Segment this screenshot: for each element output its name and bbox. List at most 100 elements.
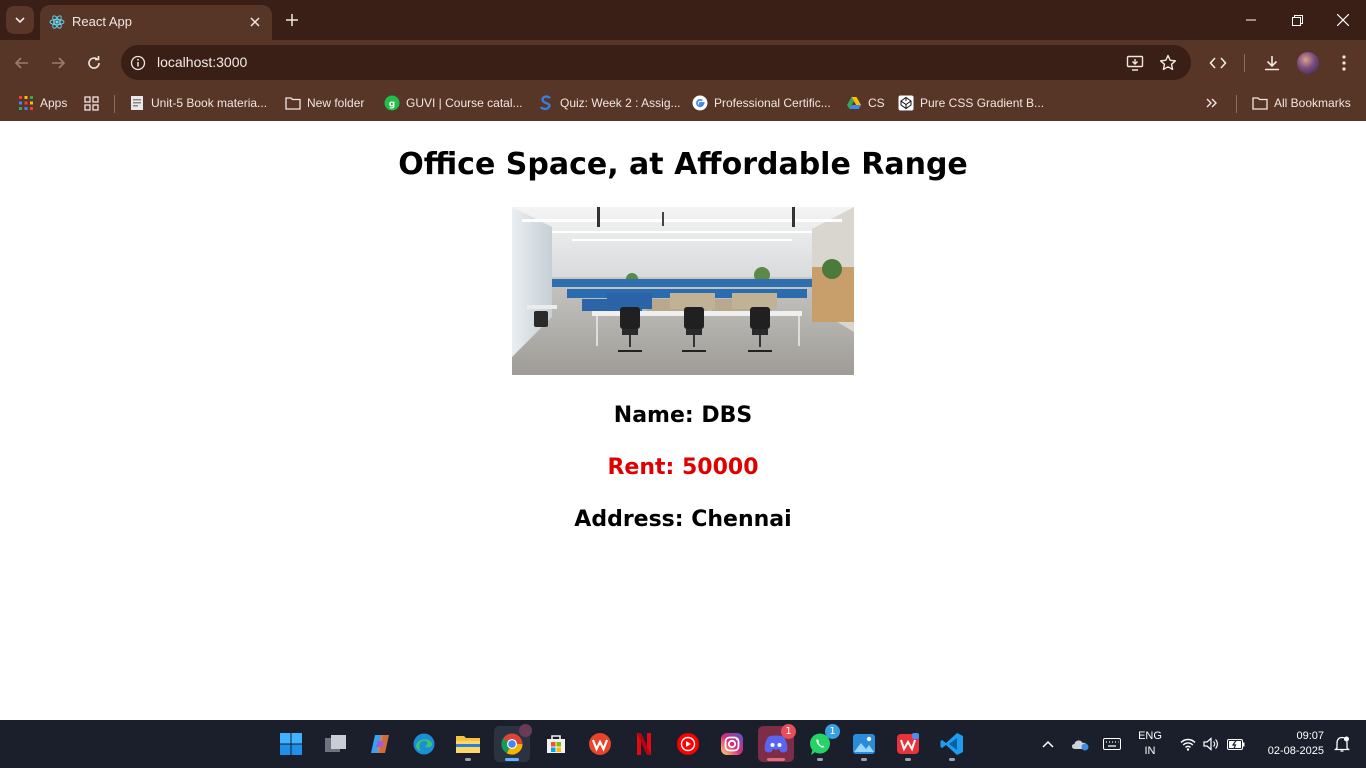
running-indicator (861, 758, 867, 761)
folder-icon (1252, 95, 1268, 111)
touch-keyboard-button[interactable] (1100, 720, 1124, 768)
running-indicator (767, 758, 785, 761)
bookmark-label: Quiz: Week 2 : Assig... (560, 96, 681, 110)
bookmarks-divider (114, 95, 115, 113)
show-hidden-icons-button[interactable] (1038, 720, 1058, 768)
tab-close-button[interactable] (246, 13, 264, 31)
tab-react-app[interactable]: React App (40, 5, 272, 40)
start-button[interactable] (273, 726, 309, 762)
office-address: Address: Chennai (574, 507, 792, 532)
back-button[interactable] (10, 51, 34, 75)
speaker-icon (1203, 737, 1218, 751)
bookmarks-bar: Apps Unit-5 Book materia... New folder g… (0, 86, 1366, 121)
microsoft-store-button[interactable] (538, 726, 574, 762)
browser-toolbar: localhost:3000 (0, 40, 1366, 86)
keyboard-icon (1103, 738, 1121, 750)
photos-button[interactable] (846, 726, 882, 762)
notifications-button[interactable] (1330, 720, 1354, 768)
react-logo-icon (49, 15, 65, 29)
page-content: Office Space, at Affordable Range Name: … (0, 121, 1366, 720)
restore-icon (1291, 14, 1303, 26)
instagram-button[interactable] (714, 726, 750, 762)
wifi-icon (1180, 738, 1196, 751)
bookmark-apps[interactable]: Apps (18, 92, 67, 114)
battery-charging-icon (1227, 738, 1245, 750)
vscode-button[interactable] (934, 726, 970, 762)
bookmark-tab-groups[interactable] (83, 92, 105, 114)
codepen-logo-icon (898, 95, 914, 111)
input-language-indicator[interactable]: ENG IN (1136, 729, 1164, 759)
youtube-music-icon (677, 733, 699, 755)
notification-badge: 1 (825, 724, 840, 739)
minimize-button[interactable] (1228, 0, 1274, 40)
wps-pdf-button[interactable] (890, 726, 926, 762)
bookmark-label: GUVI | Course catal... (406, 96, 523, 110)
tab-search-button[interactable] (6, 6, 34, 34)
system-clock[interactable]: 09:07 02-08-2025 (1252, 729, 1324, 759)
instagram-icon (721, 733, 743, 755)
copilot-button[interactable] (362, 726, 398, 762)
bookmark-star-icon[interactable] (1158, 53, 1178, 73)
volume-tray-button[interactable] (1201, 720, 1221, 768)
toolbar-divider (1244, 54, 1245, 72)
reload-button[interactable] (82, 51, 106, 75)
tab-title: React App (72, 14, 132, 29)
onedrive-tray-button[interactable] (1068, 720, 1092, 768)
profile-badge (519, 724, 532, 737)
copilot-icon (371, 735, 389, 753)
netflix-button[interactable] (626, 726, 662, 762)
office-name: Name: DBS (613, 403, 753, 428)
task-view-button[interactable] (318, 726, 354, 762)
wps-office-button[interactable] (582, 726, 618, 762)
new-tab-button[interactable] (282, 10, 302, 30)
battery-tray-button[interactable] (1224, 720, 1248, 768)
file-explorer-button[interactable] (450, 726, 486, 762)
running-indicator (949, 758, 955, 761)
running-indicator (465, 758, 471, 761)
windows-logo-icon (280, 733, 302, 755)
bookmark-new-folder[interactable]: New folder (285, 92, 364, 114)
bookmark-quiz[interactable]: Quiz: Week 2 : Assig... (538, 92, 681, 114)
bookmark-label: Unit-5 Book materia... (151, 96, 268, 110)
whatsapp-button[interactable]: 1 (802, 724, 840, 762)
youtube-music-button[interactable] (670, 726, 706, 762)
chrome-icon (501, 733, 523, 755)
clock-time: 09:07 (1296, 730, 1324, 742)
code-icon[interactable] (1207, 52, 1229, 74)
bookmark-guvi[interactable]: g GUVI | Course catal... (384, 92, 523, 114)
more-bookmarks-button[interactable] (1204, 92, 1226, 114)
chrome-button[interactable] (494, 724, 532, 762)
wps-pdf-icon (897, 733, 919, 754)
apps-grid-icon (18, 95, 34, 111)
store-icon (547, 735, 565, 753)
site-info-icon[interactable] (129, 54, 147, 72)
wifi-tray-button[interactable] (1178, 720, 1198, 768)
discord-button[interactable]: 1 (758, 724, 796, 762)
bookmark-label: Pure CSS Gradient B... (920, 96, 1045, 110)
forward-button[interactable] (46, 51, 70, 75)
chevron-double-right-icon (1204, 95, 1220, 111)
profile-avatar[interactable] (1297, 52, 1319, 74)
tab-groups-icon (83, 95, 99, 111)
address-bar[interactable]: localhost:3000 (121, 45, 1191, 80)
edge-icon (413, 733, 435, 755)
bookmark-label: New folder (307, 96, 365, 110)
install-app-icon[interactable] (1125, 53, 1145, 73)
bookmark-css-gradient[interactable]: Pure CSS Gradient B... (898, 92, 1044, 114)
bell-icon (1334, 736, 1350, 752)
chevron-up-icon (1042, 740, 1054, 748)
all-bookmarks-button[interactable]: All Bookmarks (1252, 92, 1351, 114)
bookmark-label: Professional Certific... (714, 96, 831, 110)
url-text: localhost:3000 (157, 54, 248, 70)
bookmark-label: Apps (40, 96, 68, 110)
restore-button[interactable] (1274, 0, 1320, 40)
bookmark-professional[interactable]: Professional Certific... (692, 92, 831, 114)
bookmark-cs[interactable]: CS (846, 92, 885, 114)
clock-date: 02-08-2025 (1267, 745, 1324, 757)
edge-button[interactable] (406, 726, 442, 762)
bookmark-unit5[interactable]: Unit-5 Book materia... (129, 92, 267, 114)
running-indicator (505, 758, 519, 761)
more-menu-icon[interactable] (1333, 52, 1355, 74)
close-window-button[interactable] (1320, 0, 1366, 40)
download-icon[interactable] (1261, 52, 1283, 74)
